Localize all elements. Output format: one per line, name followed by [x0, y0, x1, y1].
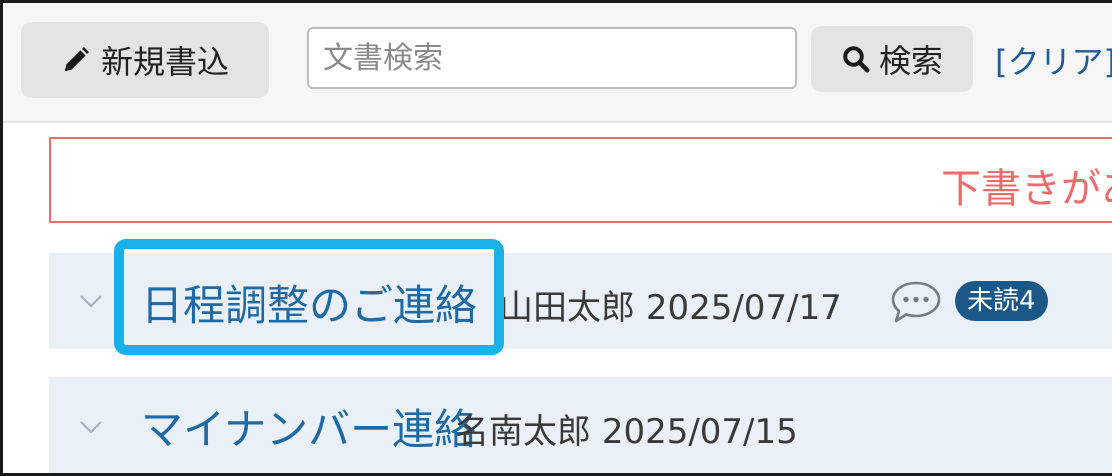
document-title-link[interactable]: マイナンバー連絡 — [141, 396, 476, 457]
magnifier-icon — [843, 46, 870, 73]
new-post-label: 新規書込 — [100, 43, 229, 81]
chevron-down-icon[interactable] — [77, 417, 105, 437]
document-date: 2025/07/15 — [601, 412, 798, 452]
document-title-link[interactable]: 日程調整のご連絡 — [141, 272, 477, 333]
chevron-down-icon[interactable] — [77, 291, 105, 311]
unread-badge[interactable]: 未読4 — [955, 281, 1048, 321]
draft-notice-text: 下書きがあ — [941, 166, 1112, 212]
document-meta: 名南太郎 2025/07/15 — [455, 404, 798, 453]
document-date: 2025/07/17 — [645, 288, 842, 328]
draft-notice[interactable]: 下書きがあ — [49, 137, 1112, 223]
document-row[interactable]: マイナンバー連絡 名南太郎 2025/07/15 — [49, 377, 1112, 473]
search-button[interactable]: 検索 — [811, 26, 973, 92]
document-search-input[interactable] — [307, 27, 797, 89]
document-author: 山田太郎 — [499, 288, 635, 328]
new-post-button[interactable]: 新規書込 — [21, 22, 269, 98]
document-author: 名南太郎 — [455, 412, 591, 452]
document-meta: 山田太郎 2025/07/17 — [499, 280, 842, 329]
search-button-label: 検索 — [878, 42, 943, 80]
pencil-icon — [64, 47, 89, 72]
document-row[interactable]: 日程調整のご連絡 山田太郎 2025/07/17 未読4 — [49, 253, 1112, 349]
speech-bubble-icon[interactable] — [889, 279, 943, 325]
toolbar: 新規書込 検索 [クリア] — [3, 3, 1112, 123]
clear-link[interactable]: [クリア] — [995, 37, 1112, 83]
app-window: 新規書込 検索 [クリア] 下書きがあ 日程調整のご連絡 山田太郎 2025/0… — [0, 0, 1112, 476]
